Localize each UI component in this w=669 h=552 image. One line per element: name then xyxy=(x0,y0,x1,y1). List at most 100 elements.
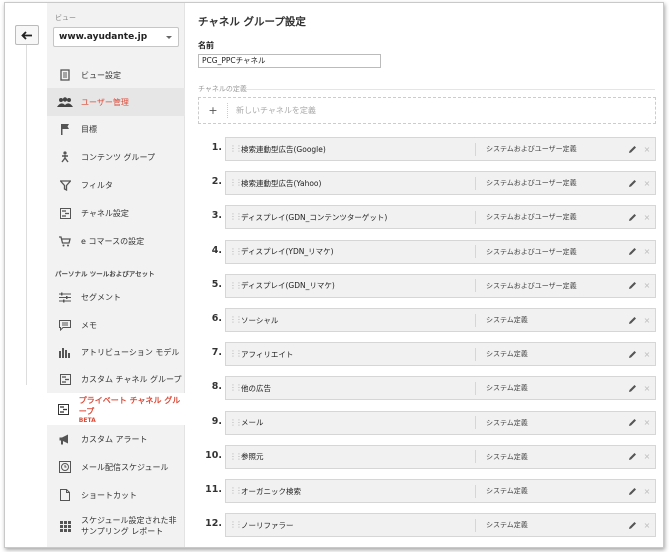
channel-row[interactable]: 12. ⋮⋮ ノーリファラー システム定義 × xyxy=(198,513,656,538)
close-icon[interactable]: × xyxy=(639,350,655,359)
channel-box[interactable]: ⋮⋮ ノーリファラー システム定義 × xyxy=(225,513,656,538)
close-icon[interactable]: × xyxy=(639,247,655,256)
new-channel-button[interactable]: + 新しいチャネルを定義 xyxy=(198,97,656,124)
channel-row[interactable]: 10. ⋮⋮ 参照元 システム定義 × xyxy=(198,444,656,469)
close-icon[interactable]: × xyxy=(639,418,655,427)
channel-icon xyxy=(53,207,77,219)
sidebar-item-label: カスタム アラート xyxy=(81,434,148,444)
close-icon[interactable]: × xyxy=(639,487,655,496)
drag-handle-icon[interactable]: ⋮⋮ xyxy=(229,452,243,460)
channel-box[interactable]: ⋮⋮ アフィリエイト システム定義 × xyxy=(225,342,656,367)
sidebar-item-goals[interactable]: 目標 xyxy=(47,115,185,143)
channel-row[interactable]: 6. ⋮⋮ ソーシャル システム定義 × xyxy=(198,308,656,332)
channel-number: 4. xyxy=(211,244,222,256)
close-icon[interactable]: × xyxy=(639,452,655,461)
channel-row[interactable]: 9. ⋮⋮ メール システム定義 × xyxy=(198,410,656,435)
close-icon[interactable]: × xyxy=(639,213,655,222)
filter-icon xyxy=(53,179,77,191)
drag-handle-icon[interactable]: ⋮⋮ xyxy=(229,350,243,358)
channel-number: 12. xyxy=(205,518,222,530)
close-icon[interactable]: × xyxy=(639,179,655,188)
pencil-icon[interactable] xyxy=(625,350,639,359)
close-icon[interactable]: × xyxy=(639,316,655,325)
close-icon[interactable]: × xyxy=(639,521,655,530)
channel-name: アフィリエイト xyxy=(241,349,294,359)
pencil-icon[interactable] xyxy=(625,179,639,188)
sidebar-item-ecommerce[interactable]: e コマースの設定 xyxy=(47,227,185,255)
cart-icon xyxy=(53,235,77,247)
chevron-down-icon xyxy=(166,36,172,39)
channel-box[interactable]: ⋮⋮ ディスプレイ(GDN_リマケ) システムおよびユーザー定義 × xyxy=(225,273,656,298)
sidebar-item-private-channel-group[interactable]: プライベート チャネル グループ BETA xyxy=(47,393,186,425)
sidebar-item-text: プライベート チャネル グループ BETA xyxy=(79,395,185,424)
sidebar-item-custom-alerts[interactable]: カスタム アラート xyxy=(47,425,185,453)
channel-box[interactable]: ⋮⋮ ソーシャル システム定義 × xyxy=(225,308,656,332)
drag-handle-icon[interactable]: ⋮⋮ xyxy=(229,521,243,529)
sidebar-item-label: コンテンツ グループ xyxy=(81,152,156,162)
channel-number: 11. xyxy=(205,484,222,495)
sidebar-item-email-schedule[interactable]: メール配信スケジュール xyxy=(47,453,185,481)
pencil-icon[interactable] xyxy=(625,247,639,256)
pencil-icon[interactable] xyxy=(625,384,639,393)
pencil-icon[interactable] xyxy=(625,521,639,530)
drag-handle-icon[interactable]: ⋮⋮ xyxy=(229,247,243,255)
sidebar-item-label: メモ xyxy=(81,320,97,330)
drag-handle-icon[interactable]: ⋮⋮ xyxy=(229,418,243,426)
drag-handle-icon[interactable]: ⋮⋮ xyxy=(229,179,243,187)
sidebar-item-view-settings[interactable]: ビュー設定 xyxy=(47,61,185,89)
channel-type: システム定義 xyxy=(486,487,528,495)
view-select[interactable]: www.ayudante.jp xyxy=(53,27,179,47)
channel-box[interactable]: ⋮⋮ ディスプレイ(GDN_コンテンツターゲット) システムおよびユーザー定義 × xyxy=(225,205,656,230)
channel-type: システム定義 xyxy=(486,521,528,530)
channel-number: 3. xyxy=(211,210,222,222)
channel-icon xyxy=(53,373,77,385)
sidebar-item-filter[interactable]: フィルタ xyxy=(47,171,185,199)
drag-handle-icon[interactable]: ⋮⋮ xyxy=(229,213,243,221)
channel-row[interactable]: 11. ⋮⋮ オーガニック検索 システム定義 × xyxy=(198,479,656,503)
pencil-icon[interactable] xyxy=(625,316,639,325)
pencil-icon[interactable] xyxy=(625,281,639,290)
sidebar-item-unsampled-reports[interactable]: スケジュール設定された非サンプリング レポート xyxy=(47,510,185,542)
channel-box[interactable]: ⋮⋮ ディスプレイ(YDN_リマケ) システムおよびユーザー定義 × xyxy=(225,239,656,264)
channel-box[interactable]: ⋮⋮ 他の広告 システム定義 × xyxy=(225,376,656,401)
drag-handle-icon[interactable]: ⋮⋮ xyxy=(229,316,243,324)
close-icon[interactable]: × xyxy=(639,281,655,290)
sidebar-item-channel-settings[interactable]: チャネル設定 xyxy=(47,199,185,227)
channel-row[interactable]: 5. ⋮⋮ ディスプレイ(GDN_リマケ) システムおよびユーザー定義 × xyxy=(198,273,656,298)
sidebar-item-segment[interactable]: セグメント xyxy=(47,283,185,311)
drag-handle-icon[interactable]: ⋮⋮ xyxy=(229,384,243,392)
back-button[interactable] xyxy=(15,25,39,45)
channel-box[interactable]: ⋮⋮ オーガニック検索 システム定義 × xyxy=(225,479,656,503)
pencil-icon[interactable] xyxy=(625,213,639,222)
channel-number: 1. xyxy=(211,142,222,153)
sidebar-item-attribution[interactable]: アトリビューション モデル xyxy=(47,338,185,366)
channel-type: システムおよびユーザー定義 xyxy=(486,213,577,222)
channel-row[interactable]: 2. ⋮⋮ 検索連動型広告(Yahoo) システムおよびユーザー定義 × xyxy=(198,171,656,196)
channel-row[interactable]: 1. ⋮⋮ 検索連動型広告(Google) システムおよびユーザー定義 × xyxy=(198,137,656,161)
sidebar-item-content-group[interactable]: コンテンツ グループ xyxy=(47,143,185,171)
drag-handle-icon[interactable]: ⋮⋮ xyxy=(229,281,243,289)
close-icon[interactable]: × xyxy=(639,145,655,154)
close-icon[interactable]: × xyxy=(639,384,655,393)
pencil-icon[interactable] xyxy=(625,452,639,461)
sidebar-item-label: カスタム チャネル グループ xyxy=(81,374,182,384)
channel-box[interactable]: ⋮⋮ 参照元 システム定義 × xyxy=(225,444,656,469)
channel-row[interactable]: 8. ⋮⋮ 他の広告 システム定義 × xyxy=(198,376,656,401)
channel-name: ディスプレイ(GDN_コンテンツターゲット) xyxy=(241,212,388,222)
sidebar-item-user-management[interactable]: ユーザー管理 xyxy=(47,88,185,116)
channel-box[interactable]: ⋮⋮ 検索連動型広告(Google) システムおよびユーザー定義 × xyxy=(225,137,656,161)
drag-handle-icon[interactable]: ⋮⋮ xyxy=(229,145,243,153)
channel-row[interactable]: 3. ⋮⋮ ディスプレイ(GDN_コンテンツターゲット) システムおよびユーザー定義 × xyxy=(198,205,656,230)
channel-box[interactable]: ⋮⋮ メール システム定義 × xyxy=(225,410,656,435)
drag-handle-icon[interactable]: ⋮⋮ xyxy=(229,487,243,495)
sidebar-item-notes[interactable]: メモ xyxy=(47,311,185,339)
channel-row[interactable]: 7. ⋮⋮ アフィリエイト システム定義 × xyxy=(198,342,656,367)
name-input[interactable]: PCG_PPCチャネル xyxy=(198,54,381,68)
pencil-icon[interactable] xyxy=(625,418,639,427)
pencil-icon[interactable] xyxy=(625,487,639,496)
channel-row[interactable]: 4. ⋮⋮ ディスプレイ(YDN_リマケ) システムおよびユーザー定義 × xyxy=(198,239,656,264)
sidebar-item-shortcuts[interactable]: ショートカット xyxy=(47,481,185,509)
pencil-icon[interactable] xyxy=(625,145,639,154)
channel-box[interactable]: ⋮⋮ 検索連動型広告(Yahoo) システムおよびユーザー定義 × xyxy=(225,171,656,196)
sidebar-item-custom-channel-group[interactable]: カスタム チャネル グループ xyxy=(47,365,185,393)
